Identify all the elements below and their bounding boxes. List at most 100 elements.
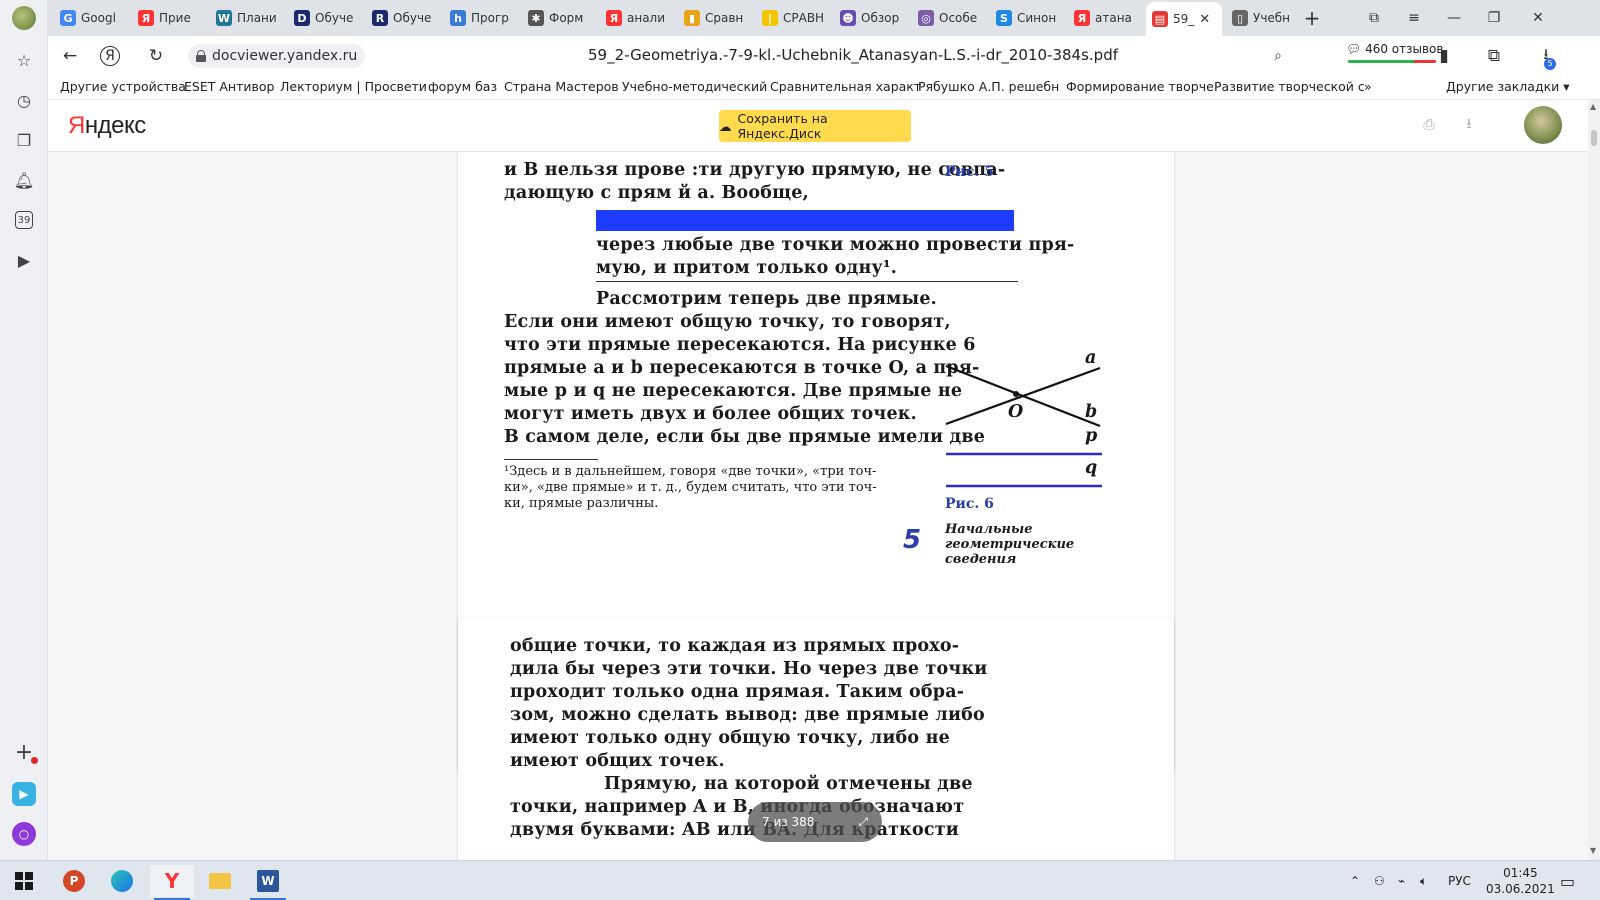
- text-line: дила бы через эти точки. Но через две то…: [510, 659, 988, 679]
- tab-item[interactable]: Яатана: [1068, 4, 1142, 32]
- tab-item[interactable]: W Плани: [210, 4, 284, 32]
- bookmark-item[interactable]: Другие устройства: [60, 79, 186, 94]
- volume-icon[interactable]: 🔈︎: [1420, 861, 1427, 900]
- new-dot-icon: [31, 757, 38, 764]
- bookmark-item[interactable]: Рябушко А.П. решебн: [918, 79, 1059, 94]
- save-to-disk-button[interactable]: ☁ Сохранить на Яндекс.Диск: [719, 110, 911, 142]
- highlight-bar: [596, 210, 1014, 231]
- browser-sidebar: ☆ ◷ ❐ 🔔︎ 39 ▶ + ▶ ○: [0, 0, 48, 860]
- history-icon[interactable]: ◷: [12, 88, 36, 112]
- tabs-menu-icon[interactable]: ⧉: [1360, 6, 1388, 30]
- url-field[interactable]: docviewer.yandex.ru: [188, 44, 366, 68]
- reload-icon[interactable]: ↻: [144, 44, 168, 68]
- tray-chevron-icon[interactable]: ⌃: [1350, 861, 1360, 900]
- tab-label: Googl: [81, 11, 116, 25]
- text-line: общие точки, то каждая из прямых прохо-: [510, 636, 960, 656]
- text-line: зом, можно сделать вывод: две прямые либ…: [510, 705, 985, 725]
- tab-item[interactable]: ◎ Особе: [912, 4, 986, 32]
- tab-label: Сравн: [705, 11, 744, 25]
- close-window-button[interactable]: ✕: [1524, 6, 1552, 30]
- word-icon[interactable]: W: [246, 865, 290, 900]
- tab-item[interactable]: G Googl: [54, 4, 128, 32]
- fullscreen-icon[interactable]: ⤢: [858, 815, 868, 830]
- edge-icon[interactable]: [100, 865, 144, 897]
- bookmark-item[interactable]: Сравнительная характ: [770, 79, 921, 94]
- download-doc-icon[interactable]: ⭳: [1460, 116, 1478, 134]
- tab-item[interactable]: ▤ 59_ ✕: [1146, 2, 1222, 36]
- bookmark-item[interactable]: Формирование творче: [1066, 79, 1214, 94]
- action-center-icon[interactable]: ▭: [1560, 861, 1575, 900]
- tab-close-icon[interactable]: ✕: [1199, 12, 1210, 27]
- collections-icon[interactable]: ❐: [12, 128, 36, 152]
- add-panel-icon[interactable]: +: [12, 740, 38, 765]
- bell-icon[interactable]: 🔔︎: [12, 168, 36, 192]
- tab-item[interactable]: D Обуче: [288, 4, 362, 32]
- bookmark-item[interactable]: ESET Антивор: [184, 79, 274, 94]
- print-icon[interactable]: ⎙: [1420, 116, 1438, 134]
- tab-item[interactable]: R Обуче: [366, 4, 440, 32]
- tab-item[interactable]: | СРАВН: [756, 4, 830, 32]
- menu-icon[interactable]: ≡: [1400, 6, 1428, 30]
- bookmark-icon[interactable]: ▮: [1432, 44, 1456, 68]
- tab-item[interactable]: ✱ Форм: [522, 4, 596, 32]
- label-q: q: [1085, 458, 1098, 478]
- bookmark-item[interactable]: Учебно-методический: [622, 79, 767, 94]
- yandex-home-icon[interactable]: Я: [100, 46, 120, 66]
- tray-device-icon[interactable]: ⚇: [1374, 861, 1385, 900]
- new-tab-button[interactable]: +: [1300, 6, 1324, 30]
- star-icon[interactable]: ☆: [12, 48, 36, 72]
- windows-taskbar: P Y W ⌃ ⚇ ⌁ 🔈︎ РУС 01:45 03.06.2021 ▭: [0, 860, 1600, 900]
- profile-avatar[interactable]: [12, 6, 36, 30]
- spider-icon: ✱: [528, 10, 544, 26]
- scroll-up-icon[interactable]: ▲: [1590, 102, 1596, 111]
- text-line: Прямую, на которой отмечены две: [604, 774, 973, 794]
- page-counter: 7 из 388: [762, 815, 815, 829]
- text-line: В самом деле, если бы две прямые имели д…: [504, 427, 986, 447]
- user-avatar[interactable]: [1524, 106, 1562, 144]
- extensions-icon[interactable]: ⧉: [1482, 44, 1506, 68]
- powerpoint-icon[interactable]: P: [52, 865, 96, 897]
- minimize-button[interactable]: —: [1440, 6, 1468, 30]
- page-counter-pill[interactable]: 7 из 388 ⤢: [748, 802, 882, 842]
- scroll-down-icon[interactable]: ▼: [1590, 846, 1596, 855]
- document-viewer[interactable]: чере то ки A и . Очевидно, что через эти…: [48, 152, 1588, 860]
- tab-item[interactable]: S Синон: [990, 4, 1064, 32]
- back-icon[interactable]: ←: [58, 44, 82, 68]
- point-o: [1013, 391, 1019, 397]
- page-scrollbar[interactable]: ▲ ▼: [1588, 100, 1600, 860]
- yandex-browser-icon[interactable]: Y: [150, 865, 194, 900]
- scrollbar-thumb[interactable]: [1591, 130, 1597, 146]
- language-indicator[interactable]: РУС: [1448, 861, 1471, 900]
- tab-item[interactable]: h Прогр: [444, 4, 518, 32]
- bookmarks-overflow[interactable]: »: [1364, 79, 1372, 94]
- search-icon[interactable]: ⌕: [1266, 44, 1290, 68]
- footnote-line: ¹Здесь и в дальнейшем, говоря «две точки…: [504, 464, 877, 479]
- media-icon[interactable]: ▶: [12, 248, 36, 272]
- reviews-button[interactable]: 💬︎ 460 отзывов: [1346, 42, 1443, 56]
- yandex-logo[interactable]: Яндекс: [68, 112, 146, 140]
- play-app-icon[interactable]: ▶: [12, 782, 36, 806]
- page-title: 59_2-Geometriya.-7-9-kl.-Uchebnik_Atanas…: [588, 46, 1119, 64]
- tab-item[interactable]: ▮ Сравн: [678, 4, 752, 32]
- figure-caption: Рис. 6: [945, 496, 994, 512]
- restore-button[interactable]: ❐: [1480, 6, 1508, 30]
- bookmarks-bar: Другие устройства ESET Антивор Лекториум |…: [48, 76, 1600, 100]
- tab-item[interactable]: Я Прие: [132, 4, 206, 32]
- notifications-badge[interactable]: 39: [15, 211, 33, 229]
- other-bookmarks[interactable]: Другие закладки ▾: [1446, 79, 1570, 94]
- text-line: двумя буквами: AB или BA. Для краткости: [510, 820, 959, 840]
- tab-item[interactable]: ☻ Обзор: [834, 4, 908, 32]
- bookmark-item[interactable]: Лекториум | Просвети: [280, 79, 427, 94]
- stripe-icon: |: [762, 10, 778, 26]
- alice-icon[interactable]: ○: [12, 822, 36, 846]
- tab-item[interactable]: Яанали: [600, 4, 674, 32]
- text-line: точки, например A и B, иногда обозначают: [510, 797, 965, 817]
- taskbar-clock[interactable]: 01:45 03.06.2021: [1486, 865, 1555, 897]
- file-explorer-icon[interactable]: [198, 865, 242, 897]
- tab-item[interactable]: ▯ Учебн: [1226, 4, 1300, 32]
- bookmark-item[interactable]: Развитие творческой с: [1214, 79, 1365, 94]
- bookmark-item[interactable]: Страна Мастеров: [504, 79, 619, 94]
- windows-start-icon[interactable]: [2, 865, 46, 897]
- network-icon[interactable]: ⌁: [1398, 861, 1405, 900]
- bookmark-item[interactable]: форум баз: [428, 79, 497, 94]
